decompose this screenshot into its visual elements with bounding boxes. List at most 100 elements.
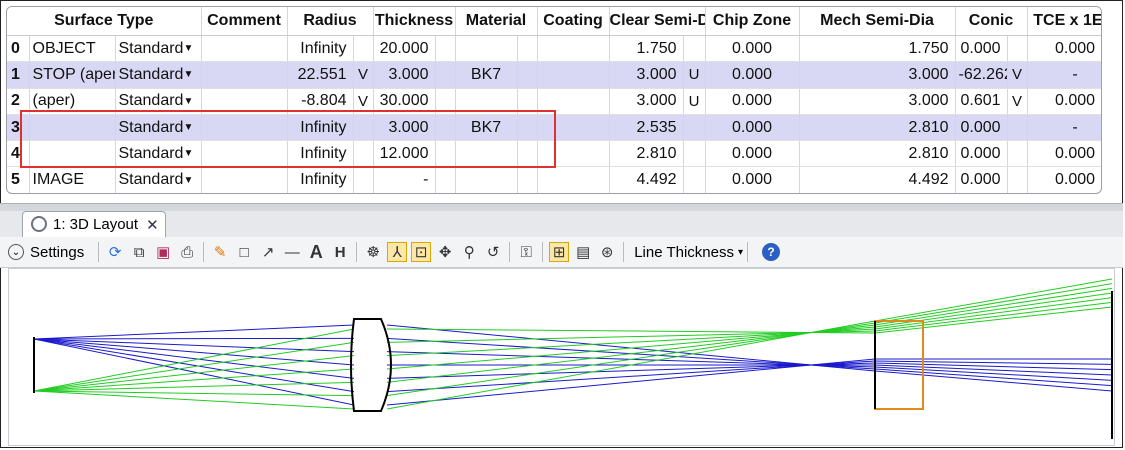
mech-semi-dia-cell[interactable]: 2.810 <box>799 140 956 168</box>
surface-type-dropdown[interactable]: Standard ▼ <box>115 88 202 115</box>
material-cell[interactable] <box>455 140 518 168</box>
col-header-tce[interactable]: TCE x 1E-6 <box>1027 7 1101 36</box>
axes-icon[interactable]: ⅄ <box>387 242 408 262</box>
window-icon[interactable]: ▤ <box>573 242 593 262</box>
clear-semi-dia-solve-cell[interactable] <box>683 166 706 193</box>
thickness-solve-cell[interactable] <box>435 35 456 63</box>
clear-semi-dia-cell[interactable]: 2.535 <box>609 114 684 142</box>
chip-zone-cell[interactable]: 0.000 <box>705 88 800 115</box>
thickness-cell[interactable]: 3.000 <box>373 114 436 142</box>
coating-cell[interactable] <box>537 88 610 115</box>
chip-zone-cell[interactable]: 0.000 <box>705 166 800 193</box>
conic-cell[interactable]: 0.000 <box>955 166 1008 193</box>
thickness-solve-cell[interactable] <box>435 61 456 89</box>
surface-name-cell[interactable]: OBJECT <box>29 35 116 63</box>
rotate-view-icon[interactable]: ☸ <box>363 242 383 262</box>
thickness-cell[interactable]: 20.000 <box>373 35 436 63</box>
conic-solve-cell[interactable] <box>1007 140 1028 168</box>
radius-solve-cell[interactable] <box>353 140 374 168</box>
conic-cell[interactable]: -62.262 <box>955 61 1008 89</box>
col-header-chip-zone[interactable]: Chip Zone <box>705 7 800 36</box>
mech-semi-dia-cell[interactable]: 3.000 <box>799 88 956 115</box>
comment-cell[interactable] <box>201 88 288 115</box>
clear-semi-dia-solve-cell[interactable]: U <box>683 88 706 115</box>
clear-semi-dia-solve-cell[interactable] <box>683 35 706 63</box>
tce-cell[interactable]: - <box>1027 114 1101 142</box>
coating-cell[interactable] <box>537 61 610 89</box>
line-thickness-dropdown[interactable]: Line Thickness ▾ <box>634 244 743 261</box>
thickness-solve-cell[interactable] <box>435 88 456 115</box>
radius-solve-cell[interactable] <box>353 166 374 193</box>
thickness-cell[interactable]: - <box>373 166 436 193</box>
material-solve-cell[interactable] <box>517 35 538 63</box>
tce-cell[interactable]: 0.000 <box>1027 88 1101 115</box>
col-header-thickness[interactable]: Thickness <box>373 7 456 36</box>
save-icon[interactable]: ▣ <box>153 242 173 262</box>
grid-layout-icon[interactable]: ⊞ <box>549 242 570 262</box>
arrow-icon[interactable]: ↗ <box>258 242 278 262</box>
conic-solve-cell[interactable] <box>1007 114 1028 142</box>
conic-cell[interactable]: 0.000 <box>955 140 1008 168</box>
col-header-comment[interactable]: Comment <box>201 7 288 36</box>
radius-cell[interactable]: Infinity <box>287 114 354 142</box>
lock-icon[interactable]: ⚿ <box>516 242 536 262</box>
conic-solve-cell[interactable]: V <box>1007 61 1028 89</box>
chip-zone-cell[interactable]: 0.000 <box>705 35 800 63</box>
mech-semi-dia-cell[interactable]: 3.000 <box>799 61 956 89</box>
surface-type-dropdown[interactable]: Standard ▼ <box>115 61 202 89</box>
clear-semi-dia-cell[interactable]: 1.750 <box>609 35 684 63</box>
refresh-icon[interactable]: ⟳ <box>105 242 125 262</box>
thickness-cell[interactable]: 3.000 <box>373 61 436 89</box>
comment-cell[interactable] <box>201 35 288 63</box>
material-cell[interactable]: BK7 <box>455 114 518 142</box>
col-header-mech-semi-dia[interactable]: Mech Semi-Dia <box>799 7 956 36</box>
mech-semi-dia-cell[interactable]: 4.492 <box>799 166 956 193</box>
col-header-coating[interactable]: Coating <box>537 7 610 36</box>
clear-semi-dia-cell[interactable]: 4.492 <box>609 166 684 193</box>
surface-type-dropdown[interactable]: Standard ▼ <box>115 35 202 63</box>
surface-name-cell[interactable] <box>29 140 116 168</box>
comment-cell[interactable] <box>201 166 288 193</box>
settings-button[interactable]: ⌄ Settings <box>8 244 84 261</box>
close-icon[interactable]: ✕ <box>146 216 159 234</box>
chip-zone-cell[interactable]: 0.000 <box>705 61 800 89</box>
clear-semi-dia-solve-cell[interactable] <box>683 140 706 168</box>
radius-cell[interactable]: 22.551 <box>287 61 354 89</box>
chip-zone-cell[interactable]: 0.000 <box>705 114 800 142</box>
thickness-cell[interactable]: 30.000 <box>373 88 436 115</box>
surface-type-dropdown[interactable]: Standard ▼ <box>115 166 202 193</box>
rectangle-icon[interactable]: □ <box>234 242 254 262</box>
surface-name-cell[interactable]: (aper) <box>29 88 116 115</box>
comment-cell[interactable] <box>201 114 288 142</box>
coating-cell[interactable] <box>537 140 610 168</box>
layout-canvas[interactable] <box>8 268 1115 446</box>
comment-cell[interactable] <box>201 61 288 89</box>
radius-solve-cell[interactable] <box>353 35 374 63</box>
thickness-solve-cell[interactable] <box>435 140 456 168</box>
clear-semi-dia-solve-cell[interactable]: U <box>683 61 706 89</box>
radius-cell[interactable]: Infinity <box>287 140 354 168</box>
thickness-cell[interactable]: 12.000 <box>373 140 436 168</box>
zoom-window-icon[interactable]: ⊡ <box>411 242 432 262</box>
dimension-icon[interactable]: H <box>330 242 350 262</box>
conic-solve-cell[interactable] <box>1007 166 1028 193</box>
col-header-clear-semi-dia[interactable]: Clear Semi-Dia <box>609 7 706 36</box>
material-solve-cell[interactable] <box>517 61 538 89</box>
col-header-conic[interactable]: Conic <box>955 7 1028 36</box>
tce-cell[interactable]: - <box>1027 61 1101 89</box>
clear-semi-dia-cell[interactable]: 3.000 <box>609 88 684 115</box>
material-cell[interactable] <box>455 35 518 63</box>
zoom-icon[interactable]: ⚲ <box>459 242 479 262</box>
surface-name-cell[interactable]: STOP (aper) <box>29 61 116 89</box>
material-cell[interactable]: BK7 <box>455 61 518 89</box>
mech-semi-dia-cell[interactable]: 2.810 <box>799 114 956 142</box>
material-solve-cell[interactable] <box>517 166 538 193</box>
conic-solve-cell[interactable] <box>1007 35 1028 63</box>
radius-cell[interactable]: -8.804 <box>287 88 354 115</box>
radius-solve-cell[interactable]: V <box>353 61 374 89</box>
radius-solve-cell[interactable] <box>353 114 374 142</box>
material-cell[interactable] <box>455 88 518 115</box>
material-cell[interactable] <box>455 166 518 193</box>
material-solve-cell[interactable] <box>517 88 538 115</box>
material-solve-cell[interactable] <box>517 140 538 168</box>
